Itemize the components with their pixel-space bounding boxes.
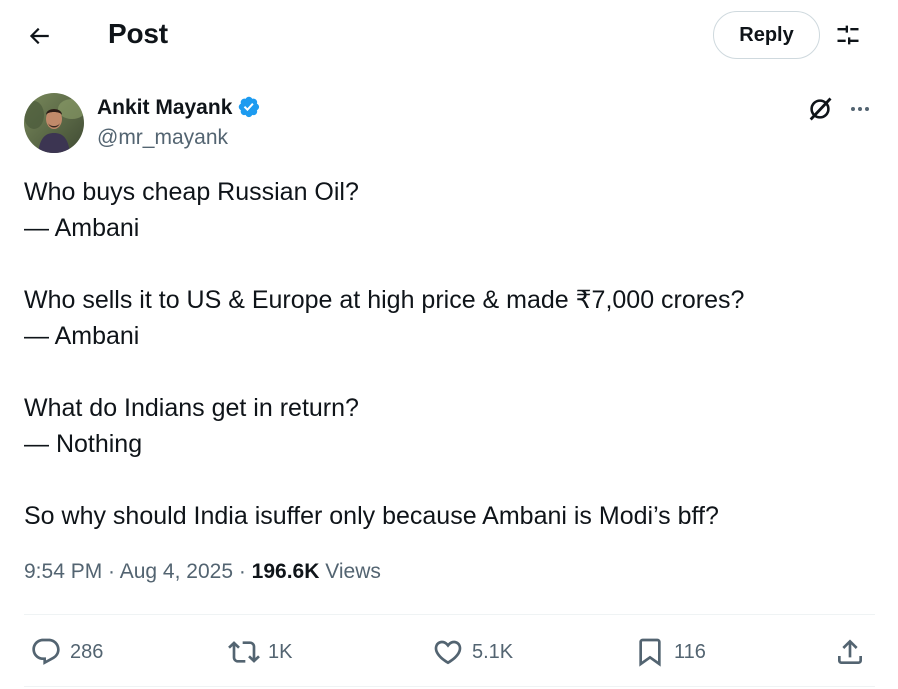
- sliders-icon: [837, 25, 859, 45]
- tweet-line: — Nothing: [24, 430, 143, 458]
- tweet-line: [24, 462, 874, 498]
- heart-icon: [434, 640, 462, 665]
- tweet-line: What do Indians get in return?: [24, 394, 359, 422]
- bookmark-action-button[interactable]: 116: [634, 624, 706, 680]
- author-name-text: Ankit Mayank: [97, 96, 233, 119]
- tweet-line: — Ambani: [24, 214, 140, 242]
- tweet-line: [24, 354, 874, 390]
- tweet-date[interactable]: Aug 4, 2025: [120, 560, 233, 583]
- reply-action-button[interactable]: 286: [30, 624, 103, 680]
- reply-button[interactable]: Reply: [713, 11, 820, 59]
- repost-action-button[interactable]: 1K: [228, 624, 292, 680]
- repost-icon: [228, 641, 260, 663]
- views-count: 196.6K: [251, 560, 320, 583]
- meta-separator: ·: [102, 560, 120, 583]
- bookmark-icon: [639, 638, 661, 667]
- tweet-meta: 9:54 PM · Aug 4, 2025 · 196.6K Views: [24, 560, 381, 584]
- back-button[interactable]: [18, 16, 60, 56]
- comment-icon: [32, 638, 60, 665]
- tweet-line: [24, 246, 874, 282]
- top-bar: Post Reply: [0, 0, 898, 70]
- bookmark-count: 116: [674, 640, 706, 663]
- page-title: Post: [108, 18, 168, 49]
- tweet-line: Who sells it to US & Europe at high pric…: [24, 286, 745, 314]
- share-action-button[interactable]: [834, 624, 866, 680]
- like-action-button[interactable]: 5.1K: [432, 624, 513, 680]
- divider: [24, 614, 875, 615]
- reply-settings-button[interactable]: [828, 15, 868, 55]
- grok-icon: [809, 97, 832, 121]
- meta-separator: ·: [233, 560, 252, 583]
- like-count: 5.1K: [472, 640, 514, 663]
- reply-count: 286: [70, 640, 104, 663]
- tweet-text: Who buys cheap Russian Oil? — Ambani Who…: [24, 174, 874, 534]
- action-bar: 286 1K 5.1K 116: [0, 624, 898, 680]
- tweet-time[interactable]: 9:54 PM: [24, 560, 102, 583]
- tweet-line: So why should India isuffer only because…: [24, 502, 719, 530]
- divider: [24, 686, 875, 687]
- author-handle[interactable]: @mr_mayank: [97, 126, 228, 150]
- share-icon: [838, 639, 862, 664]
- author-name[interactable]: Ankit Mayank: [97, 95, 263, 121]
- arrow-left-icon: [29, 27, 49, 45]
- verified-badge-icon[interactable]: [237, 95, 263, 121]
- profile-photo: [24, 93, 84, 153]
- avatar[interactable]: [24, 93, 84, 153]
- more-horizontal-icon: [851, 107, 869, 111]
- more-options-button[interactable]: [843, 92, 877, 126]
- tweet-line: — Ambani: [24, 322, 140, 350]
- grok-button[interactable]: [803, 92, 837, 126]
- tweet-line: Who buys cheap Russian Oil?: [24, 178, 359, 206]
- views-label: Views: [325, 560, 381, 583]
- repost-count: 1K: [268, 640, 293, 663]
